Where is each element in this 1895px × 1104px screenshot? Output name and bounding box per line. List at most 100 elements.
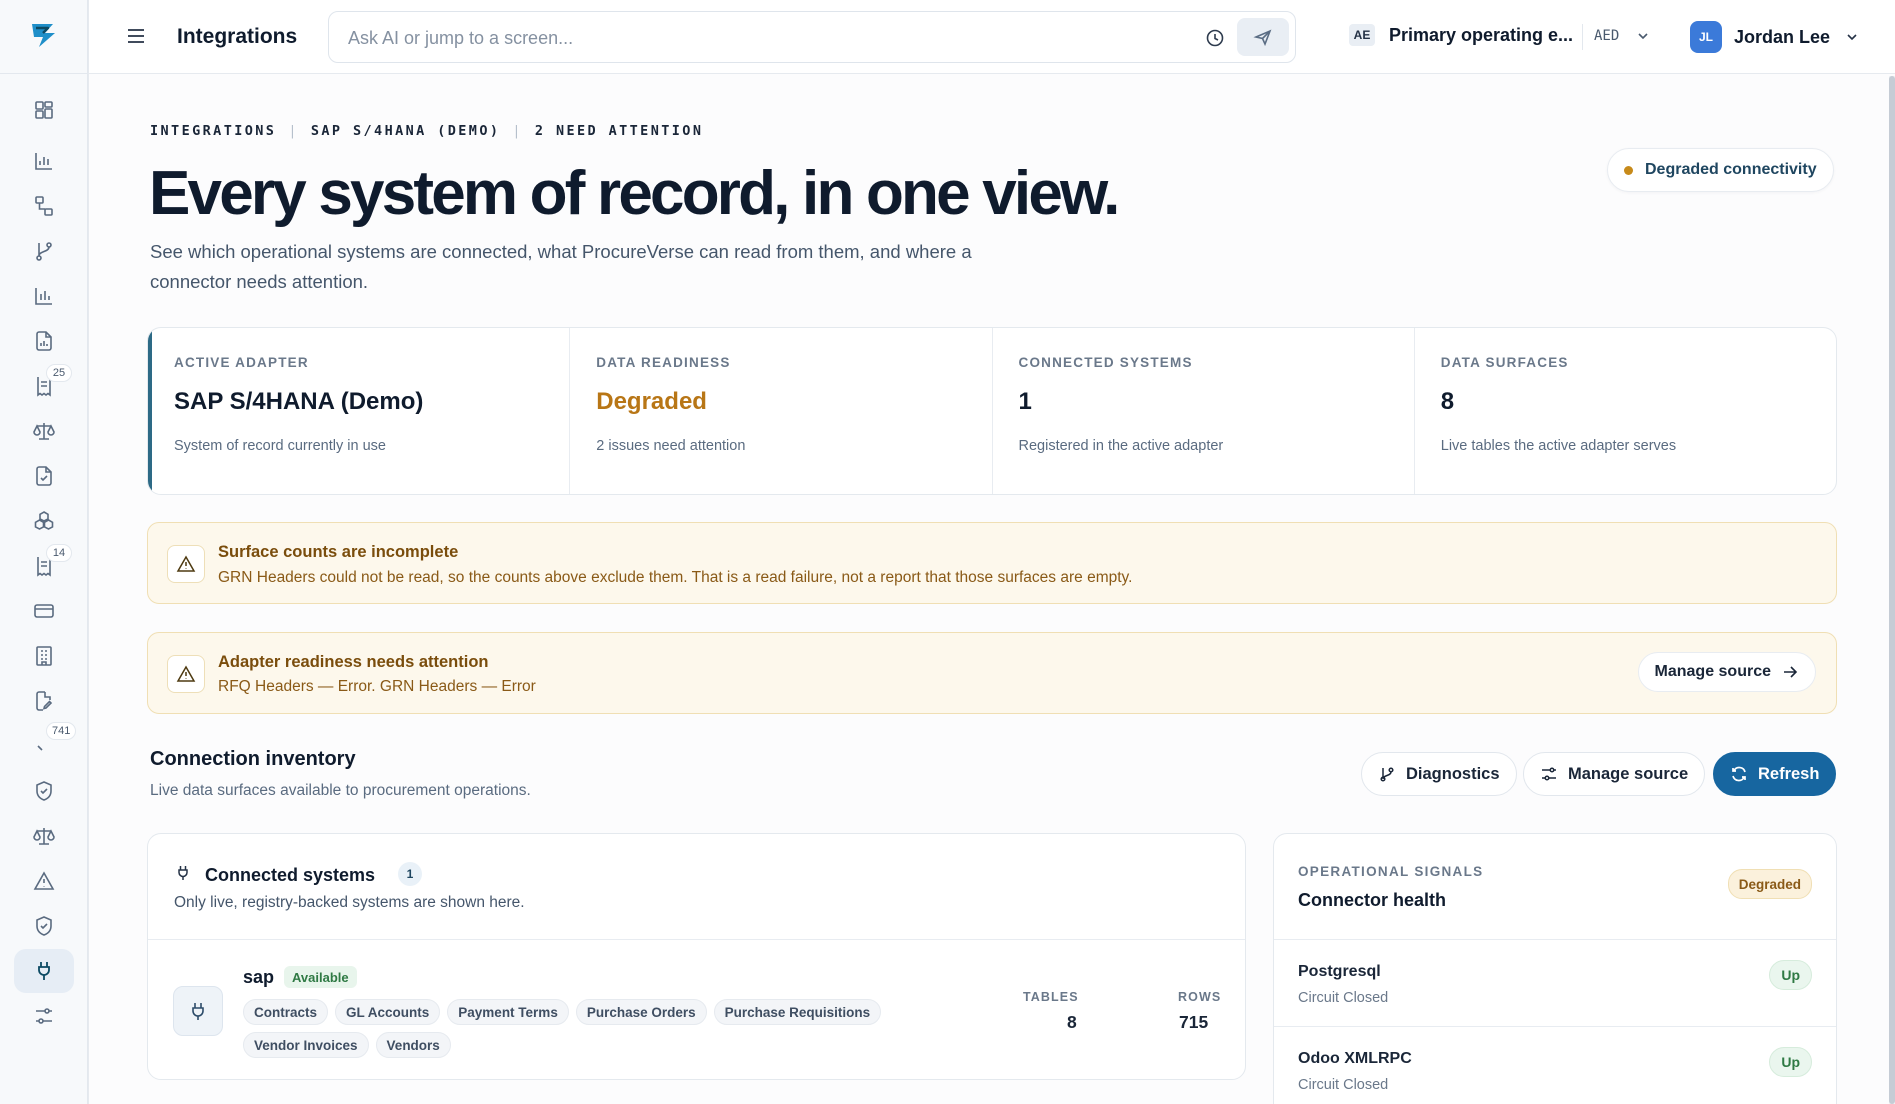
stat-label: CONNECTED SYSTEMS xyxy=(1018,355,1193,370)
manage-source-button[interactable]: Manage source xyxy=(1637,652,1816,692)
app-logo[interactable] xyxy=(29,20,59,50)
scrollbar[interactable] xyxy=(1889,76,1895,1104)
divider xyxy=(1582,24,1583,50)
sliders-icon xyxy=(1542,767,1556,781)
git-branch-icon xyxy=(36,242,52,261)
stat-description: 2 issues need attention xyxy=(596,438,746,454)
avatar: JL xyxy=(1690,21,1722,53)
top-bar: Integrations Ask AI or jump to a screen.… xyxy=(89,0,1895,74)
card-title: Connector health xyxy=(1298,890,1447,910)
menu-icon[interactable] xyxy=(125,25,147,47)
arrow-right-icon xyxy=(1784,666,1798,678)
search-bar[interactable]: Ask AI or jump to a screen... xyxy=(328,11,1296,63)
chevron-down-icon xyxy=(1844,29,1860,45)
sidebar-item-risks[interactable] xyxy=(14,859,74,903)
sidebar-item-policies[interactable] xyxy=(14,814,74,858)
sidebar-item-workflows[interactable] xyxy=(14,184,74,228)
alert-surface-counts: Surface counts are incomplete GRN Header… xyxy=(147,522,1837,604)
stat-data-surfaces: DATA SURFACES 8 Live tables the active a… xyxy=(1413,328,1836,494)
sidebar-item-compliance[interactable] xyxy=(14,409,74,453)
history-icon[interactable] xyxy=(1205,28,1225,48)
diagnostics-label: Diagnostics xyxy=(1406,764,1500,783)
sidebar-divider xyxy=(0,73,88,74)
main-panel: Integrations Ask AI or jump to a screen.… xyxy=(88,0,1895,1104)
connectivity-status-badge: Degraded connectivity xyxy=(1607,148,1834,192)
connector-row[interactable]: Odoo XMLRPC Circuit Closed Up xyxy=(1274,1026,1836,1104)
breadcrumb-adapter: SAP S/4HANA (DEMO) xyxy=(310,123,501,139)
sidebar-item-invoices[interactable]: 14 xyxy=(14,544,74,588)
send-button[interactable] xyxy=(1237,18,1289,56)
alert-body: RFQ Headers — Error. GRN Headers — Error xyxy=(218,678,536,695)
card-title: Connected systems xyxy=(205,865,376,885)
section-subtitle: Live data surfaces available to procurem… xyxy=(150,782,531,799)
surface-chip: Purchase Requisitions xyxy=(713,999,882,1025)
summary-stats: ACTIVE ADAPTER SAP S/4HANA (Demo) System… xyxy=(147,327,1837,495)
user-menu[interactable]: JL Jordan Lee xyxy=(1690,21,1860,53)
alert-title: Adapter readiness needs attention xyxy=(218,653,489,671)
shield-check-icon xyxy=(36,781,52,801)
entity-code: AE xyxy=(1349,24,1375,46)
connector-row[interactable]: Postgresql Circuit Closed Up xyxy=(1274,939,1836,1026)
rows-value: 715 xyxy=(1179,1012,1209,1032)
stat-description: Live tables the active adapter serves xyxy=(1440,438,1677,454)
section-title: Connection inventory xyxy=(150,748,356,770)
surface-chip: Payment Terms xyxy=(447,999,569,1025)
sidebar-item-settings[interactable] xyxy=(14,994,74,1038)
sliders-icon xyxy=(36,1008,52,1024)
alert-body: GRN Headers could not be read, so the co… xyxy=(218,569,1133,586)
sidebar-item-audit[interactable] xyxy=(14,904,74,948)
breadcrumb: INTEGRATIONS | SAP S/4HANA (DEMO) | 2 NE… xyxy=(150,123,703,139)
sidebar-item-reports[interactable] xyxy=(14,274,74,318)
warning-icon xyxy=(167,545,205,583)
bar-chart-icon xyxy=(35,288,52,305)
workflow-icon xyxy=(35,196,53,216)
sidebar-item-contracts[interactable] xyxy=(14,679,74,723)
refresh-button[interactable]: Refresh xyxy=(1713,752,1837,796)
sidebar-item-integrations[interactable] xyxy=(14,949,74,993)
manage-source-button[interactable]: Manage source xyxy=(1523,752,1706,796)
sidebar-item-branches[interactable] xyxy=(14,229,74,273)
bar-chart-icon xyxy=(35,153,52,170)
sidebar-item-approvals[interactable] xyxy=(14,454,74,498)
sidebar-item-catalog[interactable] xyxy=(14,499,74,543)
surface-chip: Purchase Orders xyxy=(575,999,707,1025)
stat-label: DATA SURFACES xyxy=(1440,355,1569,370)
count-badge: 1 xyxy=(398,862,422,886)
currency-selector[interactable]: AED xyxy=(1594,28,1619,44)
sidebar-badge: 14 xyxy=(46,544,72,562)
warning-icon xyxy=(167,655,205,693)
status-dot xyxy=(1624,165,1633,175)
sidebar-item-dashboard[interactable] xyxy=(14,88,74,132)
stat-value: 1 xyxy=(1018,388,1032,415)
refresh-icon xyxy=(1732,766,1746,782)
sidebar-item-vendors[interactable] xyxy=(14,634,74,678)
sidebar-item-security[interactable] xyxy=(14,769,74,813)
user-name: Jordan Lee xyxy=(1734,26,1831,47)
scale-icon xyxy=(33,828,55,845)
stat-description: Registered in the active adapter xyxy=(1018,438,1224,454)
credit-card-icon xyxy=(34,604,54,618)
shield-check-icon xyxy=(36,916,52,936)
scrollbar-thumb[interactable] xyxy=(1889,76,1895,1104)
diagnostics-button[interactable]: Diagnostics xyxy=(1361,752,1517,796)
connector-health-card: OPERATIONAL SIGNALS Connector health Deg… xyxy=(1273,833,1837,1104)
stat-active-adapter: ACTIVE ADAPTER SAP S/4HANA (Demo) System… xyxy=(148,328,569,494)
sidebar-item-tasks[interactable]: 741 xyxy=(14,722,77,768)
hero-subtitle: See which operational systems are connec… xyxy=(150,241,972,292)
sidebar-item-requisitions[interactable]: 25 xyxy=(14,364,74,408)
connector-name: Odoo XMLRPC xyxy=(1298,1050,1412,1067)
sidebar-item-analytics[interactable] xyxy=(14,139,74,183)
search-input[interactable]: Ask AI or jump to a screen... xyxy=(348,28,573,49)
stat-value: SAP S/4HANA (Demo) xyxy=(174,388,424,415)
file-chart-icon xyxy=(36,331,52,351)
connectivity-status-label: Degraded connectivity xyxy=(1645,161,1817,178)
sidebar-item-payments[interactable] xyxy=(14,589,74,633)
plug-icon xyxy=(173,986,223,1036)
chevron-down-icon[interactable] xyxy=(1635,28,1651,44)
sidebar-item-documents[interactable] xyxy=(14,319,74,363)
stat-data-readiness: DATA READINESS Degraded 2 issues need at… xyxy=(569,328,991,494)
entity-selector[interactable]: AE Primary operating e... xyxy=(1349,24,1573,46)
warning-icon xyxy=(33,871,55,890)
alert-title: Surface counts are incomplete xyxy=(218,543,459,561)
alert-adapter-readiness: Adapter readiness needs attention RFQ He… xyxy=(147,632,1837,714)
